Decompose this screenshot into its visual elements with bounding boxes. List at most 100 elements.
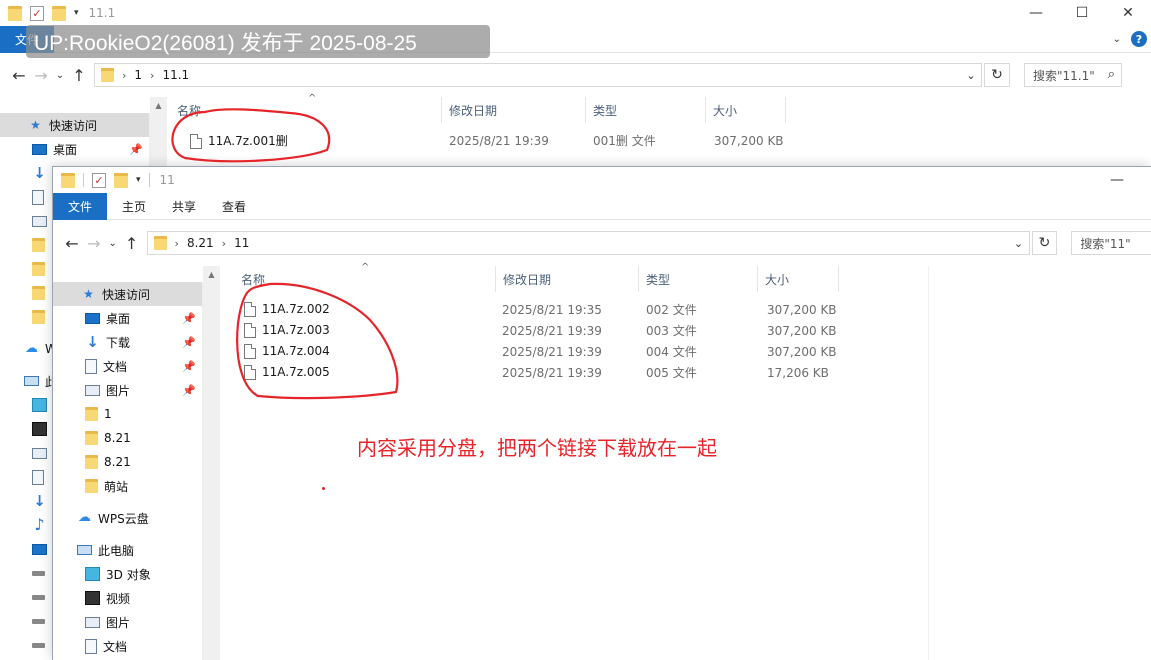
- table-row[interactable]: 11A.7z.005 2025/8/21 19:39 005 文件 17,206 KB: [234, 362, 874, 383]
- column-type[interactable]: 类型: [586, 97, 706, 123]
- folder-icon: [32, 286, 45, 300]
- nav-label: WPS云盘: [98, 511, 149, 526]
- maximize-button[interactable]: ☐: [1059, 0, 1105, 26]
- address-bar[interactable]: › 1 › 11.1 ⌄: [94, 63, 982, 87]
- nav-item[interactable]: 1: [53, 402, 202, 426]
- file-name: 11A.7z.002: [244, 302, 330, 317]
- search-placeholder: 搜索"11": [1080, 236, 1131, 251]
- column-name[interactable]: 名称: [234, 266, 496, 292]
- nav-item[interactable]: 图片 📌: [53, 378, 202, 402]
- nav-item[interactable]: 此电脑: [53, 538, 202, 562]
- ribbon-expand-icon[interactable]: ⌄: [1113, 34, 1121, 45]
- table-row[interactable]: 11A.7z.002 2025/8/21 19:35 002 文件 307,200 K…: [234, 299, 874, 320]
- chevron-down-icon[interactable]: ⌄: [1009, 232, 1029, 254]
- nav-item[interactable]: 桌面 📌: [53, 306, 202, 330]
- nav-item[interactable]: 8.21: [53, 426, 202, 450]
- properties-icon[interactable]: ✓: [30, 5, 44, 21]
- search-input[interactable]: 搜索"11": [1071, 231, 1151, 255]
- column-modified[interactable]: 修改日期: [442, 97, 586, 123]
- nav-item[interactable]: 文档: [53, 634, 202, 658]
- front-titlebar: ✓ ▾ 11 — ☐: [53, 167, 1151, 193]
- nav-item[interactable]: ☁ WPS云盘: [53, 506, 202, 530]
- column-label: 类型: [593, 103, 618, 118]
- nav-item[interactable]: 萌站: [53, 474, 202, 498]
- star-icon: ★: [83, 287, 94, 301]
- back-column-header: ^ 名称 修改日期 类型 大小: [170, 93, 810, 123]
- column-modified[interactable]: 修改日期: [496, 266, 639, 292]
- chevron-down-icon[interactable]: ⌄: [961, 64, 981, 86]
- back-arrow-icon[interactable]: ←: [8, 66, 30, 85]
- new-folder-icon[interactable]: [114, 172, 128, 188]
- file-modified: 2025/8/21 19:35: [502, 302, 602, 317]
- divider: [928, 266, 929, 660]
- file-icon: [244, 365, 256, 380]
- maximize-button[interactable]: ☐: [1140, 167, 1151, 193]
- front-explorer-window: ✓ ▾ 11 — ☐ 文件 主页 共享 查看 ← → ⌄ ↑ › 8.21 › …: [52, 166, 1151, 660]
- table-row[interactable]: 11A.7z.003 2025/8/21 19:39 003 文件 307,200 K…: [234, 320, 874, 341]
- table-row[interactable]: 11A.7z.001删 2025/8/21 19:39 001删 文件 307,…: [170, 130, 810, 151]
- table-row[interactable]: 11A.7z.004 2025/8/21 19:39 004 文件 307,200 K…: [234, 341, 874, 362]
- nav-quick-access[interactable]: ★ 快速访问: [0, 113, 149, 137]
- computer-icon: [24, 376, 39, 386]
- file-modified: 2025/8/21 19:39: [502, 365, 602, 380]
- nav-label: 图片: [106, 615, 131, 630]
- back-arrow-icon[interactable]: ←: [61, 234, 83, 253]
- breadcrumb-item[interactable]: 11: [234, 236, 249, 250]
- nav-item[interactable]: 图片: [53, 610, 202, 634]
- forward-arrow-icon[interactable]: →: [83, 234, 105, 253]
- up-arrow-icon[interactable]: ↑: [68, 66, 90, 85]
- nav-item[interactable]: 视频: [53, 586, 202, 610]
- nav-label: 3D 对象: [106, 567, 151, 582]
- properties-icon[interactable]: ✓: [92, 172, 106, 188]
- nav-item[interactable]: 文档 📌: [53, 354, 202, 378]
- minimize-button[interactable]: —: [1013, 0, 1059, 26]
- pin-icon: 📌: [129, 142, 143, 156]
- nav-item[interactable]: 8.21: [53, 450, 202, 474]
- breadcrumb-item[interactable]: 1: [134, 68, 142, 82]
- back-titlebar: ✓ ▾ 11.1 — ☐ ✕: [0, 0, 1151, 26]
- close-button[interactable]: ✕: [1105, 0, 1151, 26]
- folder-icon: [85, 479, 98, 493]
- new-folder-icon[interactable]: [52, 5, 66, 21]
- tab-file[interactable]: 文件: [53, 192, 108, 220]
- address-bar[interactable]: › 8.21 › 11 ⌄: [146, 231, 1030, 255]
- help-icon[interactable]: ?: [1131, 31, 1147, 47]
- divider: [148, 173, 150, 187]
- nav-item[interactable]: 3D 对象: [53, 562, 202, 586]
- customize-toolbar-icon[interactable]: ▾: [136, 175, 141, 185]
- forward-arrow-icon[interactable]: →: [30, 66, 52, 85]
- recent-locations-icon[interactable]: ⌄: [52, 70, 68, 81]
- search-placeholder: 搜索"11.1": [1033, 68, 1095, 83]
- scroll-up-icon[interactable]: ▲: [150, 97, 167, 114]
- breadcrumb-item[interactable]: 8.21: [187, 236, 214, 250]
- nav-item[interactable]: ★ 快速访问: [53, 282, 202, 306]
- search-input[interactable]: 搜索"11.1" ⌕: [1024, 63, 1122, 87]
- up-arrow-icon[interactable]: ↑: [121, 234, 143, 253]
- tab-home[interactable]: 主页: [109, 193, 159, 220]
- minimize-button[interactable]: —: [1094, 167, 1140, 193]
- video-icon: [85, 591, 100, 605]
- file-name-text: 11A.7z.005: [262, 365, 330, 379]
- column-size[interactable]: 大小: [758, 266, 839, 292]
- video-icon: [32, 422, 47, 436]
- refresh-button[interactable]: ↻: [984, 63, 1010, 87]
- nav-item[interactable]: ↓ 下载 📌: [53, 330, 202, 354]
- picture-icon: [85, 384, 100, 396]
- column-name[interactable]: 名称: [170, 97, 442, 123]
- tab-share[interactable]: 共享: [159, 193, 209, 220]
- refresh-button[interactable]: ↻: [1031, 231, 1058, 255]
- annotation-text: 内容采用分盘，把两个链接下载放在一起: [357, 436, 717, 460]
- document-icon: [85, 358, 97, 374]
- tab-view[interactable]: 查看: [209, 193, 259, 220]
- recent-locations-icon[interactable]: ⌄: [105, 238, 121, 249]
- breadcrumb-item[interactable]: 11.1: [162, 68, 189, 82]
- nav-scrollbar[interactable]: ▲: [203, 266, 220, 660]
- column-type[interactable]: 类型: [639, 266, 758, 292]
- picture-icon: [32, 215, 47, 227]
- nav-desktop[interactable]: 桌面 📌: [0, 137, 149, 161]
- column-size[interactable]: 大小: [706, 97, 786, 123]
- customize-toolbar-icon[interactable]: ▾: [74, 8, 79, 18]
- scroll-up-icon[interactable]: ▲: [203, 266, 220, 283]
- picture-icon: [32, 447, 47, 459]
- nav-label: 8.21: [104, 455, 131, 469]
